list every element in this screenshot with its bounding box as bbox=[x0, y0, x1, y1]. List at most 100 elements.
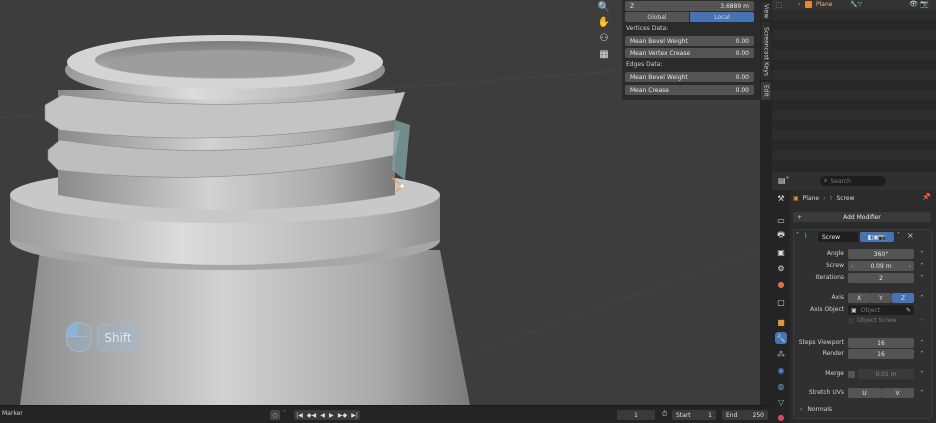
prev-keyframe-icon[interactable]: ◆◀ bbox=[307, 412, 316, 419]
current-frame-field[interactable]: 1 bbox=[617, 410, 655, 420]
end-frame-field[interactable]: End 250 bbox=[722, 410, 768, 420]
object-screw-checkbox[interactable] bbox=[848, 318, 854, 324]
editor-type-icon[interactable]: ▤˅ bbox=[778, 176, 790, 185]
tab-edit[interactable]: Edit bbox=[761, 82, 771, 100]
jump-start-icon[interactable]: |◀ bbox=[296, 412, 303, 419]
angle-keyframe-dot[interactable]: • bbox=[920, 249, 924, 256]
render-keyframe-dot[interactable]: • bbox=[920, 349, 924, 356]
visibility-eye-icon[interactable]: 👁 bbox=[909, 0, 918, 8]
modifier-name-input[interactable]: Screw bbox=[818, 232, 858, 242]
breadcrumb-modifier: Screw bbox=[836, 194, 855, 202]
stretch-uvs-label: Stretch UVs bbox=[808, 389, 844, 396]
world-icon[interactable]: ● bbox=[775, 278, 787, 290]
axis-object-field[interactable]: ▣ Object ✎ bbox=[848, 305, 914, 315]
edge-bevel-weight-field[interactable]: Mean Bevel Weight 0.00 bbox=[625, 72, 754, 82]
eyedropper-icon[interactable]: ✎ bbox=[906, 307, 911, 314]
stretch-v-button[interactable]: V bbox=[881, 388, 914, 398]
render-camera-icon[interactable]: 📷 bbox=[920, 0, 929, 8]
mean-vertex-crease-field[interactable]: Mean Vertex Crease 0.00 bbox=[625, 48, 754, 58]
object-screw-keyframe-dot[interactable]: • bbox=[920, 317, 924, 324]
stopwatch-icon[interactable]: ⏱ bbox=[662, 410, 667, 419]
merge-checkbox[interactable] bbox=[848, 371, 855, 378]
merge-keyframe-dot[interactable]: • bbox=[920, 369, 924, 376]
collapse-chevron-icon[interactable]: ˅ bbox=[796, 232, 799, 239]
axis-z-button[interactable]: Z bbox=[892, 293, 914, 303]
axis-x-button[interactable]: X bbox=[848, 293, 870, 303]
tab-screencast-keys[interactable]: Screencast Keys bbox=[761, 22, 771, 80]
axis-keyframe-dot[interactable]: • bbox=[920, 293, 924, 300]
render-field[interactable]: 16 bbox=[848, 349, 914, 359]
modifier-visibility-toggles[interactable]: ◧▣📷 bbox=[860, 232, 894, 242]
render-value: 16 bbox=[877, 350, 885, 358]
stretch-v-label: V bbox=[895, 389, 900, 397]
particles-icon[interactable]: ⁂ bbox=[775, 348, 787, 360]
increment-arrow-icon[interactable]: › bbox=[909, 263, 911, 270]
local-toggle[interactable]: Local bbox=[690, 12, 754, 22]
pan-hand-icon[interactable]: ✋ bbox=[597, 15, 611, 29]
screw-keyframe-dot[interactable]: • bbox=[920, 261, 924, 268]
end-label: End bbox=[726, 411, 738, 419]
modifier-wrench-icon[interactable]: 🔧 bbox=[775, 332, 787, 344]
auto-keying-icon[interactable]: ○ bbox=[270, 410, 280, 420]
mean-bevel-weight-field[interactable]: Mean Bevel Weight 0.00 bbox=[625, 36, 754, 46]
pin-icon[interactable]: 📌 bbox=[922, 193, 931, 201]
constraints-icon[interactable]: ◍ bbox=[775, 380, 787, 392]
global-label: Global bbox=[647, 13, 667, 21]
add-modifier-label: Add Modifier bbox=[843, 213, 881, 221]
expand-chevron-icon[interactable]: › bbox=[798, 1, 800, 8]
start-frame-field[interactable]: Start 1 bbox=[672, 410, 716, 420]
playback-controls: |◀ ◆◀ ◀ ▶ ▶◆ ▶| bbox=[294, 410, 360, 420]
mesh-data-prop-icon[interactable]: ▽ bbox=[775, 396, 787, 408]
close-icon[interactable]: × bbox=[907, 231, 914, 240]
search-input[interactable]: ⌕ Search bbox=[820, 176, 886, 186]
z-field[interactable]: Z 3.6889 m bbox=[625, 1, 754, 11]
breadcrumb-object: Plane bbox=[802, 194, 820, 202]
material-icon[interactable]: ● bbox=[775, 411, 787, 423]
zoom-icon[interactable]: 🔍 bbox=[597, 0, 611, 14]
normals-subpanel-header[interactable]: › Normals bbox=[800, 406, 832, 413]
start-label: Start bbox=[676, 411, 691, 419]
screw-label: Screw bbox=[825, 262, 844, 269]
stretch-uvs-keyframe-dot[interactable]: • bbox=[920, 388, 924, 395]
output-icon[interactable]: 🖶 bbox=[775, 230, 787, 242]
angle-field[interactable]: 360° bbox=[848, 249, 914, 259]
keying-dropdown-icon[interactable]: ˅ bbox=[283, 410, 286, 417]
marker-menu[interactable]: Marker bbox=[2, 410, 23, 417]
screw-field[interactable]: ‹ 0.09 m › bbox=[848, 261, 914, 271]
mean-vertex-crease-label: Mean Vertex Crease bbox=[630, 49, 691, 57]
ortho-grid-icon[interactable]: ▦ bbox=[597, 47, 611, 61]
next-keyframe-icon[interactable]: ▶◆ bbox=[338, 412, 347, 419]
outliner-row-plane[interactable]: ⬚ › Plane 🔧▽ 👁 📷 bbox=[772, 0, 936, 10]
object-icon[interactable]: ■ bbox=[775, 316, 787, 328]
jump-end-icon[interactable]: ▶| bbox=[351, 412, 358, 419]
camera-view-icon[interactable]: ⚇ bbox=[597, 31, 611, 45]
properties-tabs: ⚒ ▭ 🖶 ▣ ⚙ ● ▢ ■ 🔧 ⁂ ◉ ◍ ▽ ● bbox=[772, 190, 790, 423]
decrement-arrow-icon[interactable]: ‹ bbox=[851, 263, 853, 270]
mesh-object-icon bbox=[805, 1, 812, 8]
axis-z-label: Z bbox=[900, 294, 906, 302]
global-toggle[interactable]: Global bbox=[625, 12, 689, 22]
modifier-dropdown-icon[interactable]: ˅ bbox=[897, 232, 900, 239]
stretch-u-button[interactable]: U bbox=[848, 388, 881, 398]
collection-prop-icon[interactable]: ▢ bbox=[775, 296, 787, 308]
axis-y-button[interactable]: Y bbox=[870, 293, 892, 303]
mean-bevel-weight-value: 0.00 bbox=[735, 37, 749, 45]
iterations-keyframe-dot[interactable]: • bbox=[920, 273, 924, 280]
axis-label: Axis bbox=[831, 294, 844, 301]
steps-viewport-keyframe-dot[interactable]: • bbox=[920, 338, 924, 345]
play-icon[interactable]: ▶ bbox=[329, 412, 334, 419]
physics-icon[interactable]: ◉ bbox=[775, 364, 787, 376]
view-layer-icon[interactable]: ▣ bbox=[775, 246, 787, 258]
mean-bevel-weight-label: Mean Bevel Weight bbox=[630, 37, 688, 45]
tab-view[interactable]: View bbox=[761, 2, 771, 20]
merge-distance-field[interactable]: 0.01 m bbox=[858, 369, 914, 379]
mean-crease-field[interactable]: Mean Crease 0.00 bbox=[625, 85, 754, 95]
scene-icon[interactable]: ⚙ bbox=[775, 262, 787, 274]
add-modifier-button[interactable]: + Add Modifier bbox=[793, 212, 931, 222]
play-reverse-icon[interactable]: ◀ bbox=[320, 412, 325, 419]
render-icon[interactable]: ▭ bbox=[775, 214, 787, 226]
steps-viewport-field[interactable]: 16 bbox=[848, 338, 914, 348]
edge-bevel-weight-value: 0.00 bbox=[735, 73, 749, 81]
iterations-field[interactable]: 2 bbox=[848, 273, 914, 283]
tool-icon[interactable]: ⚒ bbox=[775, 192, 787, 204]
